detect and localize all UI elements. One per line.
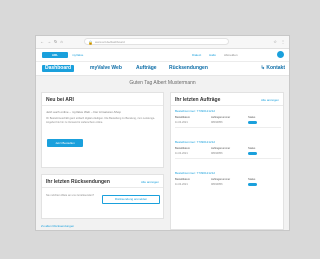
card-body: Ihr Bestell-Geschäft ganz einfach digita… <box>46 117 155 124</box>
order-now-button[interactable]: Jetzt Bestellen <box>47 139 83 147</box>
card-ruecksendungen: Ihr letzten Rücksendungen Alle anzeigen … <box>41 174 164 219</box>
divider <box>171 105 283 106</box>
ari-logo[interactable]: ARL <box>42 52 68 58</box>
col-status-label: Status <box>248 147 256 150</box>
address-text: www.arl.de/dashboard <box>95 40 125 44</box>
order-ref: 98034856 <box>211 121 223 124</box>
col-date-label: Bestelldatum <box>175 178 190 181</box>
card-neu-bei-ari: Neu bei ARI Jetzt auch online – myValve … <box>41 92 164 168</box>
col-status-label: Status <box>248 116 256 119</box>
order-number-link[interactable]: Bestellnummer: 77390121212 <box>175 140 215 144</box>
order-date: 11.04.2021 <box>175 183 188 186</box>
row-separator <box>175 127 281 128</box>
status-badge <box>248 121 257 124</box>
col-ref-label: Auftragsnummer <box>211 178 231 181</box>
card-title: Ihr letzten Aufträge <box>175 97 221 103</box>
all-returns-link[interactable]: Zu allen Rücksendungen <box>41 224 74 228</box>
kontakt-link[interactable]: ↳ Kontakt <box>261 65 285 72</box>
greeting: Guten Tag Albert Mustermann <box>129 80 196 86</box>
order-ref: 98034856 <box>211 183 223 186</box>
tab-myvalve-web[interactable]: myValve Web <box>90 65 122 72</box>
order-ref: 98034856 <box>211 152 223 155</box>
browser-extensions: ☆ ⋮ <box>273 38 285 46</box>
home-icon[interactable]: ⌂ <box>60 38 62 46</box>
reload-icon[interactable]: ↻ <box>54 38 57 46</box>
tab-dashboard[interactable]: Dashboard <box>42 65 75 72</box>
card-subtitle: Jetzt auch online – myValve Web – Der Ar… <box>46 110 121 114</box>
status-badge <box>248 152 257 155</box>
bookmark-icon[interactable]: ☆ <box>273 38 277 46</box>
return-prompt: Sie möchten Ware an uns zurücksenden? <box>46 194 95 197</box>
order-number-link[interactable]: Bestellnummer: 77390121212 <box>175 171 215 175</box>
store-link[interactable]: myValve <box>72 52 83 58</box>
status-badge <box>248 183 257 186</box>
address-bar[interactable]: 🔒 www.arl.de/dashboard <box>84 38 229 45</box>
top-link-logout[interactable]: Abmelden <box>224 52 238 58</box>
col-ref-label: Auftragsnummer <box>211 116 231 119</box>
order-date: 11.04.2021 <box>175 152 188 155</box>
main-nav: Dashboard myValve Web Aufträge Rücksendu… <box>36 62 289 76</box>
top-link-hallo[interactable]: Hallo <box>209 52 216 58</box>
app-topbar: ARL myValve Dialect Hallo Abmelden <box>36 49 289 62</box>
browser-nav: ← → ↻ ⌂ <box>40 38 63 46</box>
back-icon[interactable]: ← <box>40 38 44 46</box>
card-auftraege: Ihr letzten Aufträge Alle anzeigen Beste… <box>170 92 284 230</box>
order-number-link[interactable]: Bestellnummer: 77390121212 <box>175 109 215 113</box>
register-return-button[interactable]: Rücksendung anmelden <box>102 195 160 204</box>
col-date-label: Bestelldatum <box>175 147 190 150</box>
tab-auftraege[interactable]: Aufträge <box>136 65 157 72</box>
show-all-link[interactable]: Alle anzeigen <box>261 98 279 102</box>
top-link-dialect[interactable]: Dialect <box>192 52 201 58</box>
forward-icon[interactable]: → <box>47 38 51 46</box>
top-links: Dialect Hallo Abmelden <box>192 52 238 58</box>
lock-icon: 🔒 <box>88 40 93 45</box>
col-date-label: Bestelldatum <box>175 116 190 119</box>
row-separator <box>175 158 281 159</box>
card-title: Ihr letzten Rücksendungen <box>46 179 110 185</box>
col-ref-label: Auftragsnummer <box>211 147 231 150</box>
card-title: Neu bei ARI <box>46 97 74 103</box>
tab-ruecksendungen[interactable]: Rücksendungen <box>169 65 208 72</box>
browser-screen: ← → ↻ ⌂ 🔒 www.arl.de/dashboard ☆ ⋮ ARL m… <box>36 36 289 230</box>
show-all-link[interactable]: Alle anzeigen <box>141 180 159 184</box>
avatar[interactable] <box>277 51 284 58</box>
divider <box>42 105 163 106</box>
divider <box>42 187 163 188</box>
order-date: 11.04.2021 <box>175 121 188 124</box>
col-status-label: Status <box>248 178 256 181</box>
browser-toolbar: ← → ↻ ⌂ 🔒 www.arl.de/dashboard ☆ ⋮ <box>36 36 289 49</box>
menu-icon[interactable]: ⋮ <box>281 38 285 46</box>
